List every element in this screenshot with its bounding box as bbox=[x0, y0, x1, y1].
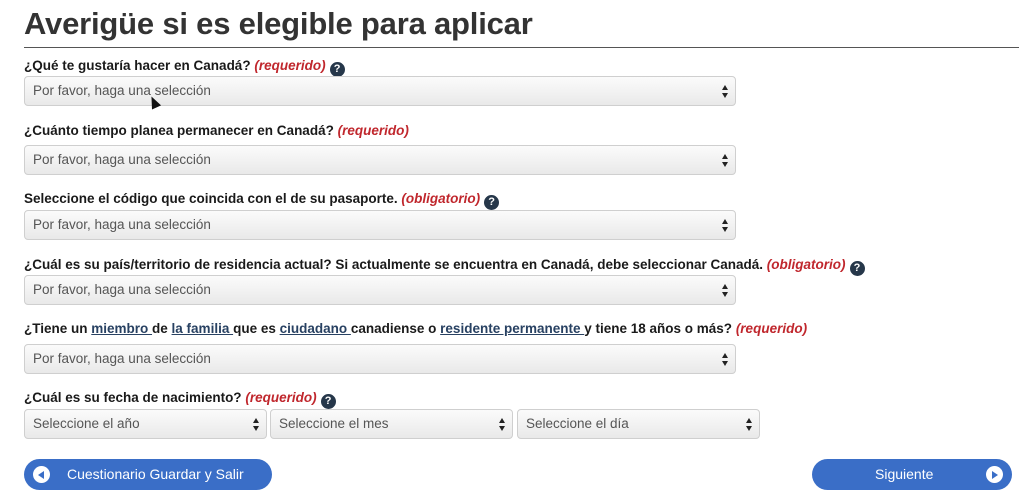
select-arrows-icon bbox=[746, 418, 753, 431]
required-marker: (requerido) bbox=[337, 123, 409, 138]
required-marker: (requerido) bbox=[254, 58, 326, 73]
help-icon[interactable]: ? bbox=[320, 394, 336, 409]
birth-day-select[interactable]: Seleccione el día bbox=[517, 409, 760, 439]
question-activity-label: ¿Qué te gustaría hacer en Canadá? (reque… bbox=[24, 58, 345, 77]
save-and-exit-label: Cuestionario Guardar y Salir bbox=[67, 466, 244, 482]
link-miembro[interactable]: miembro bbox=[91, 321, 152, 336]
question-family-text-4: canadiense o bbox=[350, 321, 441, 336]
link-ciudadano[interactable]: ciudadano bbox=[280, 321, 351, 336]
question-birthdate-label: ¿Cuál es su fecha de nacimiento? (requer… bbox=[24, 390, 336, 409]
question-family-text-2: de bbox=[152, 321, 172, 336]
question-activity-text: ¿Qué te gustaría hacer en Canadá? bbox=[24, 58, 251, 73]
question-family-label: ¿Tiene un miembro de la familia que es c… bbox=[24, 321, 807, 337]
save-and-exit-button[interactable]: Cuestionario Guardar y Salir bbox=[24, 459, 272, 490]
birth-month-select[interactable]: Seleccione el mes bbox=[270, 409, 513, 439]
family-member-select[interactable]: Por favor, haga una selección bbox=[24, 344, 736, 374]
select-arrows-icon bbox=[722, 353, 729, 366]
duration-select-value: Por favor, haga una selección bbox=[33, 152, 211, 167]
select-arrows-icon bbox=[499, 418, 506, 431]
select-arrows-icon bbox=[722, 85, 729, 98]
duration-select[interactable]: Por favor, haga una selección bbox=[24, 145, 736, 175]
required-marker: (obligatorio) bbox=[766, 257, 846, 272]
required-marker: (obligatorio) bbox=[401, 191, 481, 206]
question-passport-label: Seleccione el código que coincida con el… bbox=[24, 191, 500, 210]
page-title: Averigüe si es elegible para aplicar bbox=[24, 6, 533, 41]
next-label: Siguiente bbox=[875, 466, 934, 482]
required-marker: (requerido) bbox=[245, 390, 317, 405]
question-family-text-3: que es bbox=[233, 321, 280, 336]
family-member-select-value: Por favor, haga una selección bbox=[33, 351, 211, 366]
select-arrows-icon bbox=[253, 418, 260, 431]
activity-select[interactable]: Por favor, haga una selección bbox=[24, 76, 736, 106]
birth-month-select-value: Seleccione el mes bbox=[279, 416, 389, 431]
help-icon[interactable]: ? bbox=[329, 62, 345, 77]
arrow-left-icon bbox=[33, 466, 50, 483]
next-button[interactable]: Siguiente bbox=[812, 459, 1012, 490]
help-icon[interactable]: ? bbox=[484, 195, 500, 210]
activity-select-value: Por favor, haga una selección bbox=[33, 83, 211, 98]
question-family-text-1: ¿Tiene un bbox=[24, 321, 92, 336]
arrow-right-icon bbox=[986, 466, 1003, 483]
required-marker: (requerido) bbox=[735, 321, 808, 336]
birth-day-select-value: Seleccione el día bbox=[526, 416, 629, 431]
link-la-familia[interactable]: la familia bbox=[172, 321, 234, 336]
title-divider bbox=[24, 47, 1019, 48]
help-icon[interactable]: ? bbox=[849, 261, 865, 276]
question-family-text-5: y tiene 18 años o más? bbox=[584, 321, 733, 336]
residence-select-value: Por favor, haga una selección bbox=[33, 282, 211, 297]
question-duration-text: ¿Cuánto tiempo planea permanecer en Cana… bbox=[24, 123, 334, 138]
link-residente-permanente[interactable]: residente permanente bbox=[440, 321, 584, 336]
residence-select[interactable]: Por favor, haga una selección bbox=[24, 275, 736, 305]
passport-code-select-value: Por favor, haga una selección bbox=[33, 217, 211, 232]
question-duration-label: ¿Cuánto tiempo planea permanecer en Cana… bbox=[24, 123, 409, 139]
question-passport-text: Seleccione el código que coincida con el… bbox=[24, 191, 398, 206]
passport-code-select[interactable]: Por favor, haga una selección bbox=[24, 210, 736, 240]
question-residence-text: ¿Cuál es su país/territorio de residenci… bbox=[24, 257, 764, 272]
birth-year-select-value: Seleccione el año bbox=[33, 416, 140, 431]
birth-year-select[interactable]: Seleccione el año bbox=[24, 409, 267, 439]
select-arrows-icon bbox=[722, 154, 729, 167]
select-arrows-icon bbox=[722, 219, 729, 232]
select-arrows-icon bbox=[722, 284, 729, 297]
question-residence-label: ¿Cuál es su país/territorio de residenci… bbox=[24, 257, 865, 276]
question-birthdate-text: ¿Cuál es su fecha de nacimiento? bbox=[24, 390, 242, 405]
